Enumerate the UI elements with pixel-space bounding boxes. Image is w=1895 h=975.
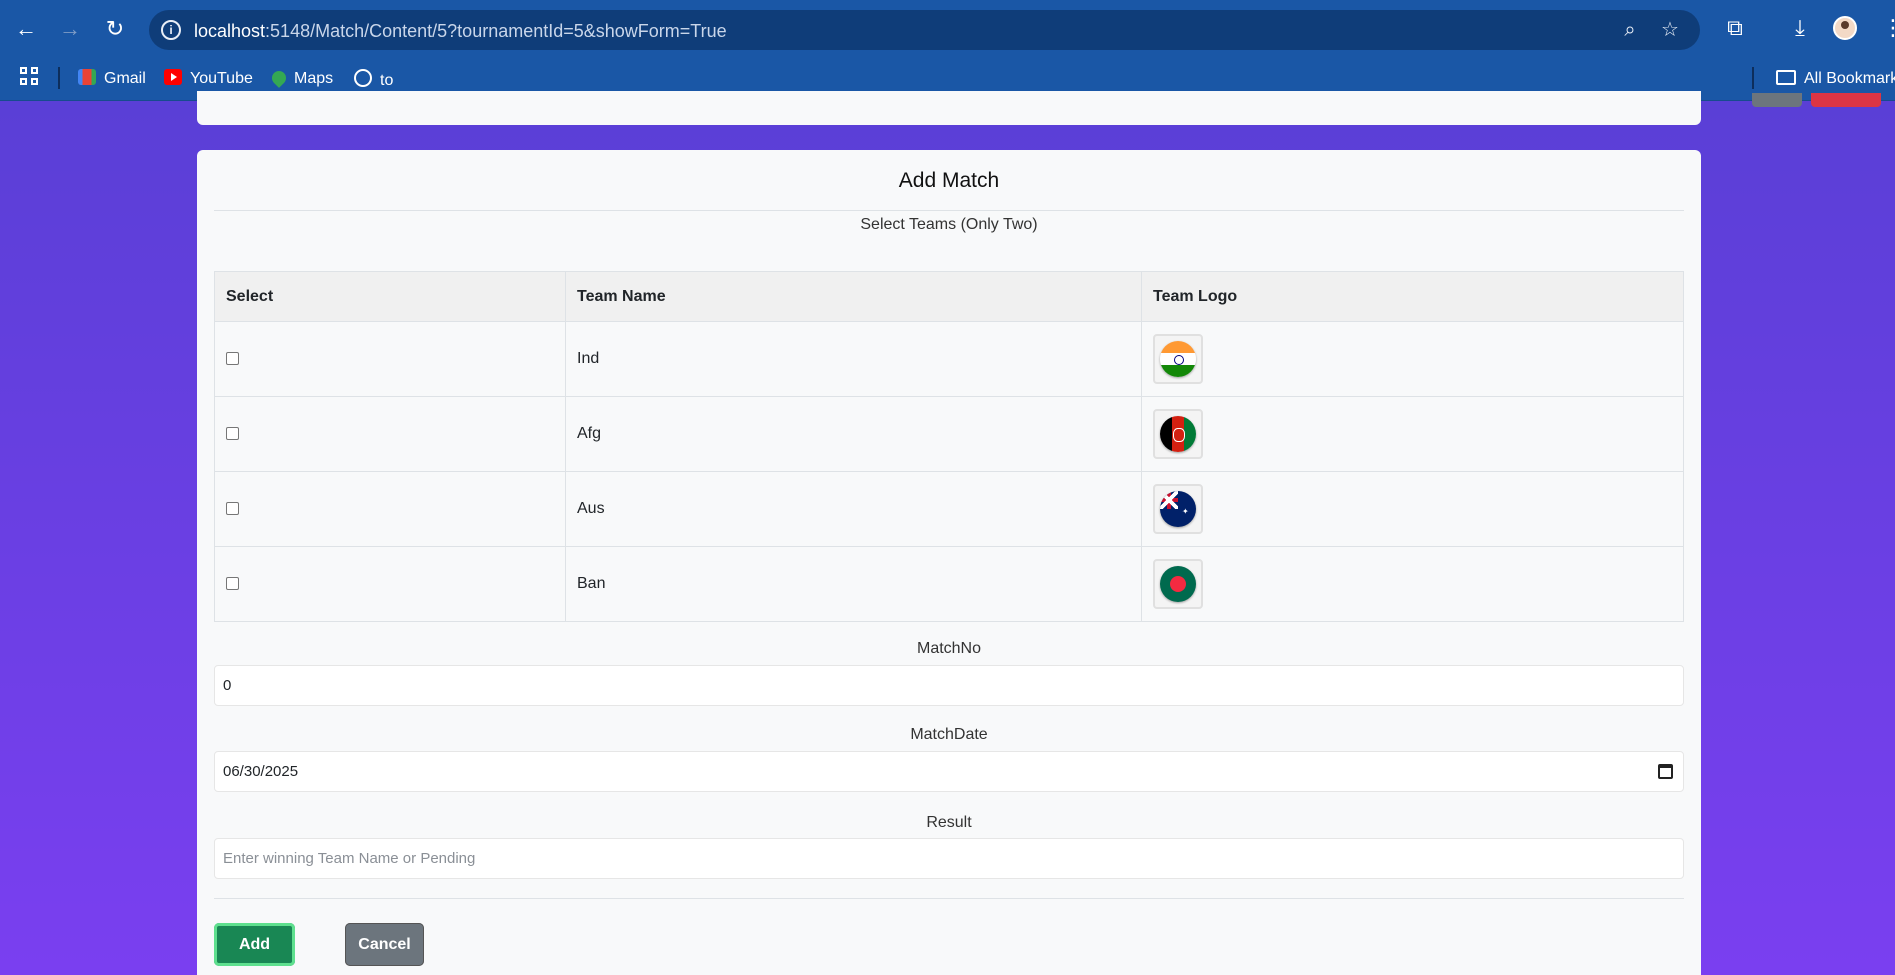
column-header: Team Name: [565, 271, 1142, 322]
india-flag-icon: [1160, 341, 1196, 377]
bookmark-gmail[interactable]: Gmail: [78, 69, 146, 91]
team-checkbox[interactable]: [226, 577, 239, 591]
star-icon[interactable]: ☆: [1659, 19, 1681, 41]
team-logo: [1153, 334, 1203, 384]
logo-cell: [1141, 396, 1684, 472]
table-row: Aus: [214, 471, 1684, 547]
team-name: Ban: [565, 546, 1142, 622]
team-checkbox[interactable]: [226, 352, 239, 366]
page-content: Add Match Select Teams (Only Two) Select…: [0, 91, 1895, 975]
logo-cell: [1141, 321, 1684, 397]
team-name: Aus: [565, 471, 1142, 547]
back-arrow-icon[interactable]: ←: [11, 14, 41, 44]
menu-icon[interactable]: ⋮: [1882, 14, 1895, 42]
table-header-row: Select Team Name Team Logo: [214, 271, 1684, 322]
add-match-button[interactable]: Add Match: [214, 923, 295, 966]
apps-grid-icon[interactable]: [20, 67, 40, 87]
folder-icon: [1776, 70, 1796, 85]
avatar[interactable]: [1833, 16, 1857, 40]
teams-label: Select Teams (Only Two): [860, 216, 1038, 233]
add-match-form: Add Match Select Teams (Only Two) Select…: [197, 150, 1701, 975]
table-row: Afg: [214, 396, 1684, 472]
maps-icon: [269, 68, 289, 88]
table-row: Ban: [214, 546, 1684, 622]
reload-icon[interactable]: ↻: [100, 14, 130, 44]
url-text[interactable]: localhost:5148/Match/Content/5?tournamen…: [194, 21, 727, 42]
team-logo: [1153, 559, 1203, 609]
match-date-label: MatchDate: [910, 726, 988, 743]
match-no-label: MatchNo: [916, 640, 982, 657]
calendar-icon[interactable]: [1658, 764, 1673, 779]
logo-cell: [1141, 546, 1684, 622]
team-name: Ind: [565, 321, 1142, 397]
match-no-input[interactable]: 0: [214, 665, 1684, 706]
match-date-input[interactable]: 06/30/2025: [214, 751, 1684, 792]
divider: [214, 210, 1684, 211]
table-row: Ind: [214, 321, 1684, 397]
australia-flag-icon: [1160, 491, 1196, 527]
team-logo: [1153, 484, 1203, 534]
zoom-icon[interactable]: ⌕: [1619, 19, 1641, 41]
team-checkbox[interactable]: [226, 427, 239, 441]
all-bookmarks[interactable]: All Bookmarks: [1776, 69, 1895, 91]
previous-card: [197, 91, 1881, 125]
bookmark-separator: [1752, 67, 1754, 89]
column-header: Team Logo: [1141, 271, 1684, 322]
afghanistan-flag-icon: [1160, 416, 1196, 452]
globe-icon: [354, 69, 372, 87]
select-cell: [214, 396, 566, 472]
column-header: Select: [214, 271, 566, 322]
bangladesh-flag-icon: [1160, 566, 1196, 602]
select-cell: [214, 321, 566, 397]
forward-arrow-icon[interactable]: →: [55, 14, 85, 44]
site-info-icon[interactable]: i: [161, 20, 181, 40]
address-bar[interactable]: i localhost:5148/Match/Content/5?tournam…: [149, 10, 1700, 50]
result-input[interactable]: Enter winning Team Name or Pending: [214, 838, 1684, 879]
cancel-button[interactable]: Cancel: [345, 923, 424, 966]
extensions-icon[interactable]: ⧉: [1721, 14, 1749, 42]
match-date-value: 06/30/2025: [223, 763, 299, 780]
download-icon[interactable]: ⤓: [1786, 14, 1814, 42]
bookmark-separator: [58, 67, 60, 89]
browser-toolbar: ← → ↻ i localhost:5148/Match/Content/5?t…: [0, 0, 1895, 57]
bookmark-youtube[interactable]: YouTube: [164, 69, 253, 91]
bookmark-maps[interactable]: Maps: [269, 68, 333, 91]
gmail-icon: [78, 69, 96, 85]
teams-table: Select Team Name Team Logo Ind Afg Aus ✦…: [214, 271, 1684, 622]
team-name: Afg: [565, 396, 1142, 472]
youtube-icon: [164, 69, 182, 85]
select-cell: [214, 546, 566, 622]
logo-cell: [1141, 471, 1684, 547]
divider: [214, 898, 1684, 899]
edit-button[interactable]: [1752, 93, 1802, 107]
form-title: Add Match: [898, 169, 1000, 192]
result-label: Result: [926, 814, 972, 831]
bookmark-to[interactable]: to: [354, 69, 393, 91]
select-cell: [214, 471, 566, 547]
team-logo: [1153, 409, 1203, 459]
delete-button[interactable]: [1811, 93, 1881, 107]
team-checkbox[interactable]: [226, 502, 239, 516]
